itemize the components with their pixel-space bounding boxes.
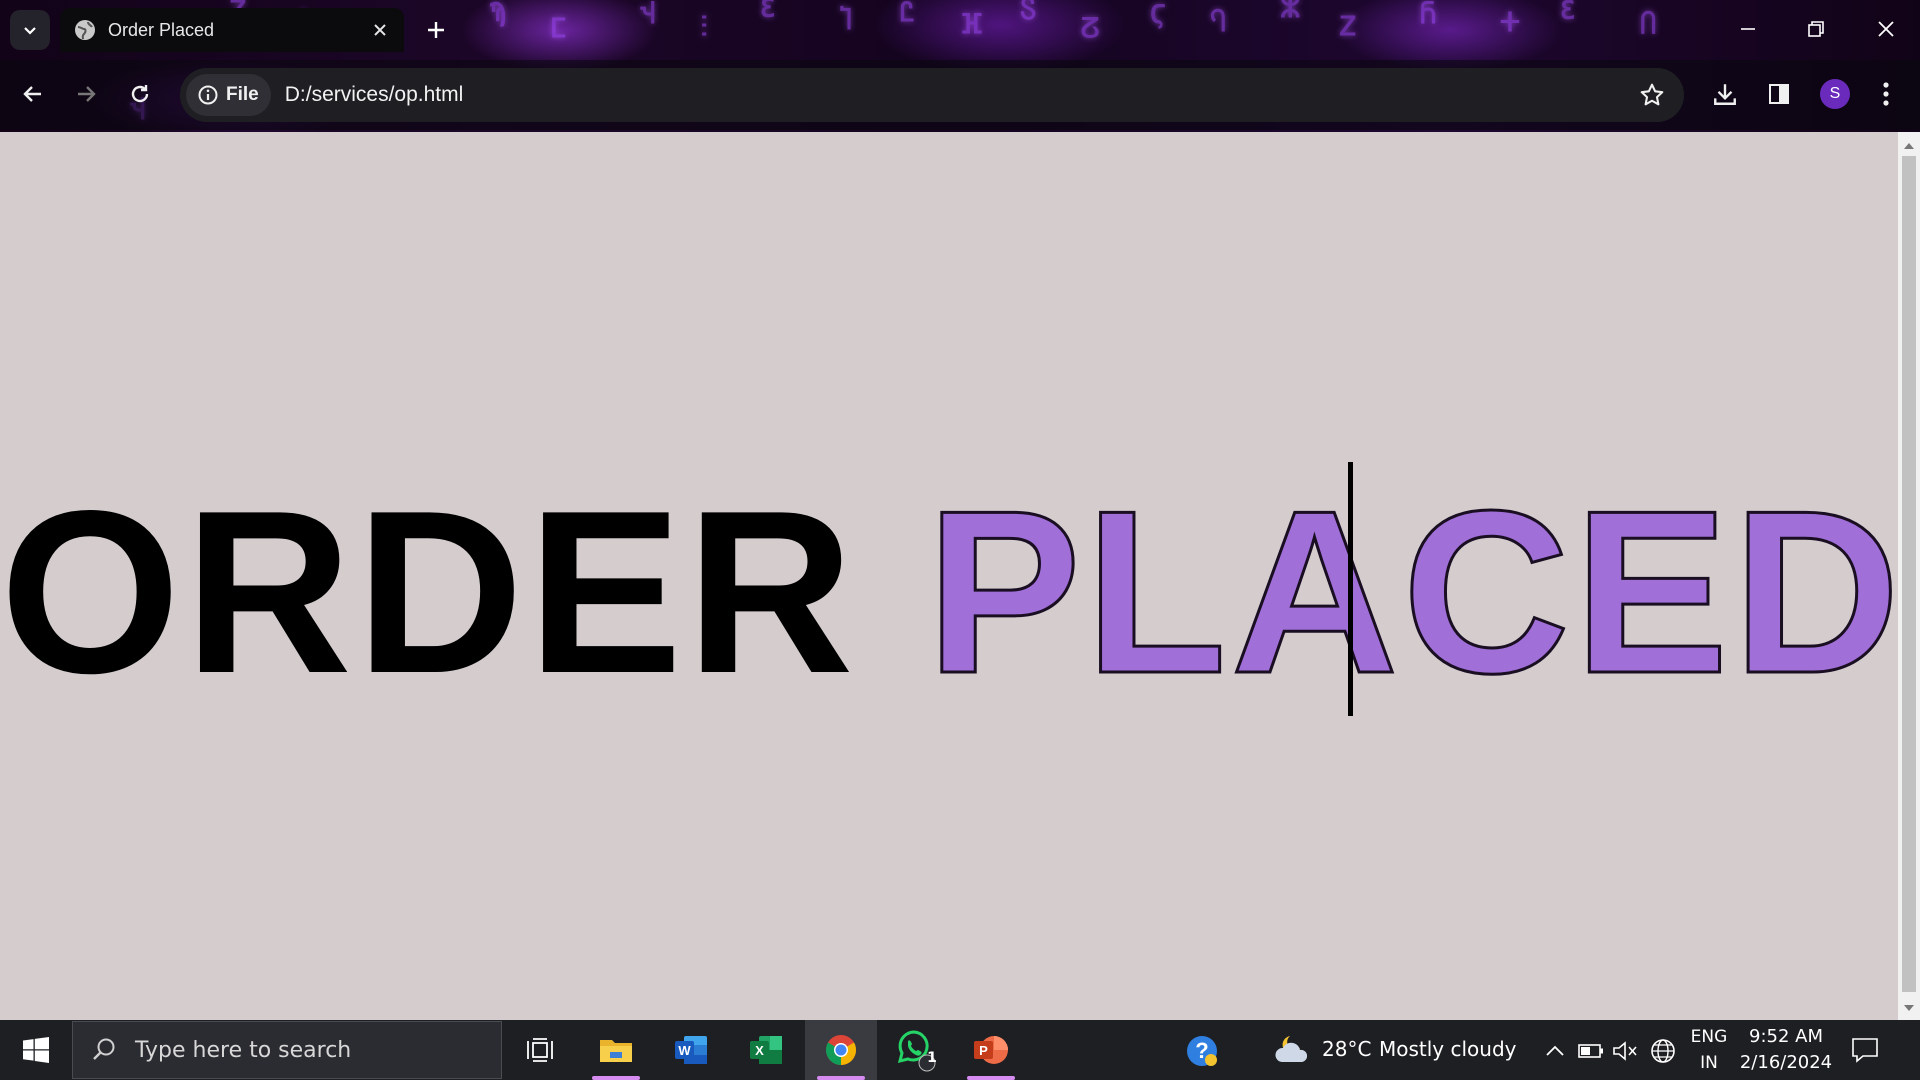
download-icon (1714, 84, 1736, 105)
file-explorer-app[interactable] (580, 1020, 652, 1080)
system-clock[interactable]: 9:52 AM 2/16/2024 (1738, 1024, 1834, 1076)
browser-menu-button[interactable] (1866, 74, 1906, 114)
svg-text:X: X (755, 1043, 764, 1058)
windows-taskbar: Type here to search W X 1 P ? 28°C Mostl… (0, 1020, 1920, 1080)
task-view-icon (527, 1038, 553, 1062)
running-indicator (967, 1076, 1015, 1080)
minimize-icon (1741, 28, 1755, 30)
minimize-button[interactable] (1720, 6, 1776, 52)
arrow-right-icon (78, 86, 96, 102)
chrome-app[interactable] (805, 1020, 877, 1080)
powerpoint-icon: P (974, 1036, 1008, 1064)
scroll-up-arrow-icon[interactable] (1898, 136, 1920, 156)
help-question-icon: ? (1187, 1036, 1217, 1066)
chevron-down-icon (24, 27, 36, 35)
word-icon: W (675, 1036, 707, 1064)
plus-icon (428, 22, 444, 38)
svg-text:P: P (979, 1043, 988, 1058)
tab-title: Order Placed (108, 19, 215, 40)
tab-search-button[interactable] (10, 10, 50, 50)
clock-date: 2/16/2024 (1739, 1052, 1833, 1073)
url-text[interactable]: D:/services/op.html (285, 83, 1636, 107)
word-app[interactable]: W (655, 1020, 727, 1080)
region-code: IN (1700, 1053, 1718, 1073)
weather-condition: Mostly cloudy (1379, 1037, 1517, 1061)
notification-center-button[interactable] (1848, 1034, 1882, 1066)
folder-icon (600, 1040, 632, 1062)
downloads-button[interactable] (1705, 74, 1745, 114)
side-panel-button[interactable] (1759, 74, 1799, 114)
running-indicator (592, 1076, 640, 1080)
order-placed-headline: ORDER PLACED (0, 475, 1902, 710)
clock-time: 9:52 AM (1749, 1026, 1823, 1047)
start-button[interactable] (0, 1020, 72, 1080)
typing-caret (1348, 462, 1353, 716)
site-info-chip[interactable]: File (186, 74, 271, 116)
battery-icon[interactable] (1578, 1038, 1604, 1064)
powerpoint-app[interactable]: P (955, 1020, 1027, 1080)
globe-icon (75, 20, 95, 40)
headline-word-order: ORDER (0, 463, 858, 722)
close-window-button[interactable] (1858, 6, 1914, 52)
chrome-icon (825, 1035, 857, 1065)
scroll-down-arrow-icon[interactable] (1898, 998, 1920, 1018)
page-viewport: ORDER PLACED (0, 132, 1902, 1020)
restore-button[interactable] (1788, 6, 1844, 52)
new-tab-button[interactable] (418, 12, 454, 48)
windows-logo-icon (23, 1037, 49, 1063)
scrollbar-thumb[interactable] (1902, 156, 1916, 992)
close-tab-icon[interactable] (370, 20, 390, 40)
close-icon (1878, 21, 1894, 37)
running-indicator (817, 1076, 865, 1080)
forward-button[interactable] (66, 74, 106, 114)
network-globe-icon[interactable] (1650, 1038, 1676, 1064)
bookmark-star-icon[interactable] (1636, 79, 1668, 111)
excel-icon: X (750, 1036, 782, 1064)
svg-text:W: W (678, 1043, 691, 1058)
reload-icon (131, 85, 149, 103)
vertical-scrollbar[interactable] (1898, 132, 1920, 1020)
search-placeholder: Type here to search (135, 1037, 352, 1063)
headline-word-placed: PLACED (925, 463, 1905, 722)
show-hidden-icons-chevron-up-icon[interactable] (1542, 1038, 1568, 1064)
cloudy-moon-icon (1275, 1036, 1308, 1062)
whatsapp-app[interactable]: 1 (880, 1020, 952, 1080)
reload-button[interactable] (120, 74, 160, 114)
search-icon (93, 1038, 115, 1060)
address-bar[interactable]: File D:/services/op.html (180, 68, 1684, 122)
weather-temperature: 28°C (1322, 1037, 1372, 1061)
side-panel-icon (1769, 84, 1789, 104)
language-code: ENG (1690, 1027, 1728, 1047)
arrow-left-icon (23, 86, 41, 102)
browser-tab-active[interactable]: Order Placed (60, 8, 404, 52)
whatsapp-badge: 1 (927, 1050, 937, 1066)
help-app[interactable]: ? (1185, 1034, 1219, 1068)
back-button[interactable] (13, 74, 53, 114)
restore-icon (1808, 21, 1824, 37)
browser-toolbar: File D:/services/op.html S (0, 60, 1920, 130)
task-view-button[interactable] (504, 1020, 576, 1080)
input-language-indicator[interactable]: ENG IN (1686, 1024, 1732, 1076)
weather-widget[interactable] (1272, 1032, 1312, 1068)
more-vertical-icon (1883, 82, 1889, 106)
taskbar-search[interactable]: Type here to search (72, 1021, 502, 1079)
profile-avatar[interactable]: S (1820, 79, 1850, 109)
excel-app[interactable]: X (730, 1020, 802, 1080)
info-icon (198, 85, 218, 105)
browser-chrome: ⌐ Ꮓ ⴾ Ϡ ⵎ Ⴣ ⵗ Ԑ Ⴈ Ꮭ ⴼ Ⴝ ⵒ Ϛ Ⴄ ⵣ Ꮓ Ⴌ ⵜ Ԑ … (0, 0, 1920, 132)
site-chip-label: File (226, 84, 259, 105)
notification-icon (1852, 1038, 1878, 1063)
volume-muted-icon[interactable] (1612, 1038, 1638, 1064)
